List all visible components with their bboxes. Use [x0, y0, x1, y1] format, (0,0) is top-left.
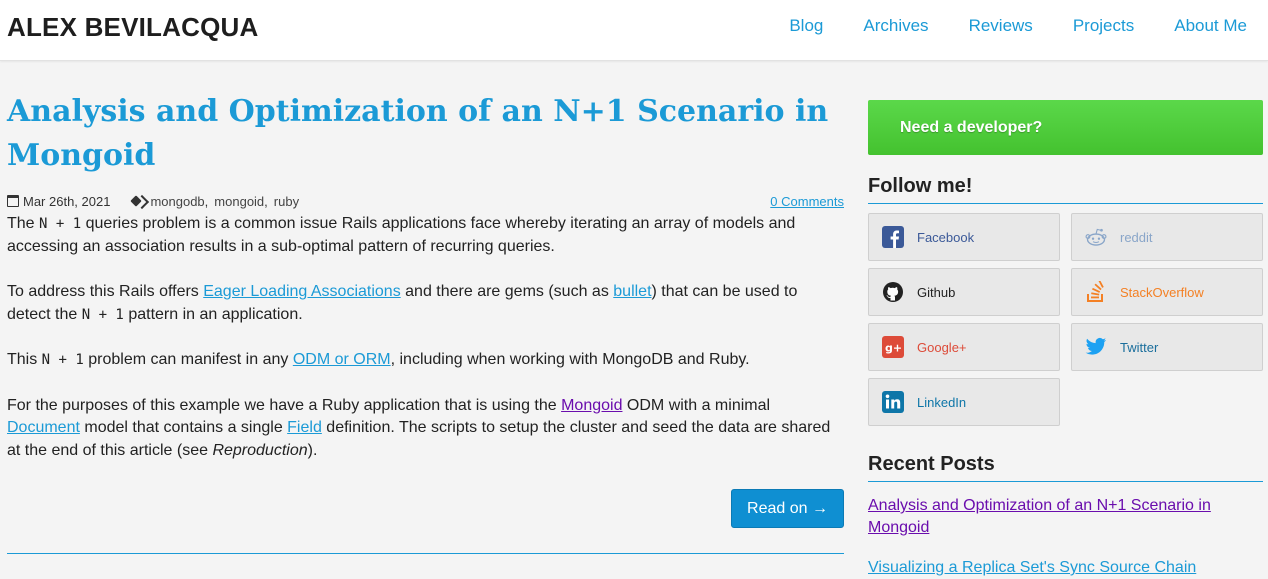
social-reddit[interactable]: reddit: [1071, 213, 1263, 261]
nav-archives[interactable]: Archives: [863, 16, 928, 36]
twitter-icon: [1085, 336, 1107, 358]
social-github[interactable]: Github: [868, 268, 1060, 316]
post-title[interactable]: Analysis and Optimization of an N+1 Scen…: [7, 90, 844, 178]
main-nav: Blog Archives Reviews Projects About Me: [789, 16, 1247, 36]
read-on-button[interactable]: Read on →: [731, 489, 844, 528]
document-link[interactable]: Document: [7, 419, 80, 436]
google-plus-icon: g+: [882, 336, 904, 358]
recent-posts-heading: Recent Posts: [868, 453, 1263, 482]
post-meta: Mar 26th, 2021 mongodb, mongoid, ruby 0 …: [7, 192, 844, 210]
recent-post-link[interactable]: Visualizing a Replica Set's Sync Source …: [868, 557, 1263, 579]
paragraph-1: The N + 1 queries problem is a common is…: [7, 215, 796, 255]
sidebar: Need a developer? Follow me! Facebook re…: [868, 100, 1263, 579]
social-stackoverflow[interactable]: StackOverflow: [1071, 268, 1263, 316]
github-icon: [882, 281, 904, 303]
nav-projects[interactable]: Projects: [1073, 16, 1134, 36]
mongoid-link[interactable]: Mongoid: [561, 397, 622, 414]
facebook-icon: [882, 226, 904, 248]
tag-ruby[interactable]: ruby: [274, 194, 299, 209]
social-linkedin[interactable]: LinkedIn: [868, 378, 1060, 426]
field-link[interactable]: Field: [287, 419, 322, 436]
recent-post-link[interactable]: Analysis and Optimization of an N+1 Scen…: [868, 495, 1263, 539]
odm-orm-link[interactable]: ODM or ORM: [293, 351, 391, 368]
post-date: Mar 26th, 2021: [23, 193, 111, 209]
svg-text:g+: g+: [885, 342, 902, 355]
paragraph-2: To address this Rails offers Eager Loadi…: [7, 283, 798, 323]
eager-loading-link[interactable]: Eager Loading Associations: [203, 283, 400, 300]
stackoverflow-icon: [1085, 281, 1107, 303]
paragraph-4: For the purposes of this example we have…: [7, 396, 831, 459]
need-developer-button[interactable]: Need a developer?: [868, 100, 1263, 155]
inline-code: N + 1: [81, 306, 124, 323]
social-twitter[interactable]: Twitter: [1071, 323, 1263, 371]
site-title[interactable]: ALEX BEVILACQUA: [7, 12, 258, 43]
tag-mongodb[interactable]: mongodb: [150, 194, 204, 209]
tag-mongoid[interactable]: mongoid: [214, 194, 264, 209]
paragraph-3: This N + 1 problem can manifest in any O…: [7, 351, 750, 368]
post-article: Analysis and Optimization of an N+1 Scen…: [7, 90, 844, 554]
nav-reviews[interactable]: Reviews: [969, 16, 1033, 36]
follow-heading: Follow me!: [868, 175, 1263, 204]
social-links: Facebook reddit Github StackOverflow g+ …: [868, 213, 1263, 426]
nav-about-me[interactable]: About Me: [1174, 16, 1247, 36]
social-facebook[interactable]: Facebook: [868, 213, 1060, 261]
linkedin-icon: [882, 391, 904, 413]
recent-posts-list: Analysis and Optimization of an N+1 Scen…: [868, 495, 1263, 579]
comments-link[interactable]: 0 Comments: [770, 194, 844, 209]
post-divider: [7, 553, 844, 554]
reddit-icon: [1085, 226, 1107, 248]
site-header: ALEX BEVILACQUA Blog Archives Reviews Pr…: [0, 0, 1268, 61]
inline-code: N + 1: [41, 352, 84, 368]
calendar-icon: [7, 195, 19, 207]
post-excerpt: The N + 1 queries problem is a common is…: [7, 213, 844, 462]
inline-code: N + 1: [39, 216, 82, 232]
bullet-link[interactable]: bullet: [613, 283, 651, 300]
tags-icon: [132, 196, 145, 206]
nav-blog[interactable]: Blog: [789, 16, 823, 36]
social-google-plus[interactable]: g+ Google+: [868, 323, 1060, 371]
